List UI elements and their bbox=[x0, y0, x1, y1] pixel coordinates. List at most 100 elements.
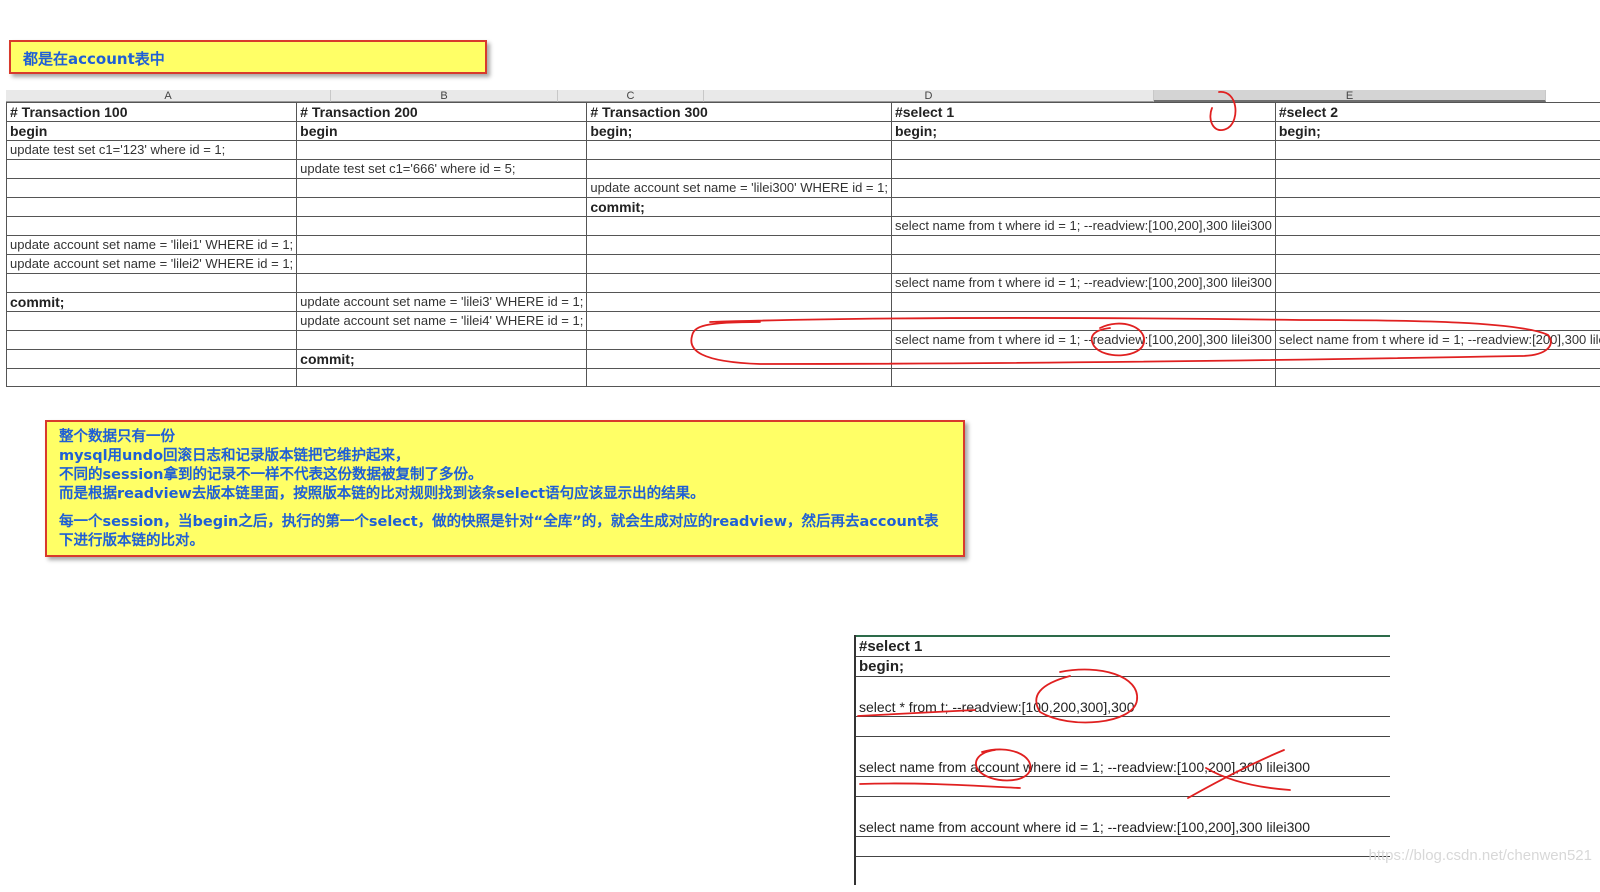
cell-d4[interactable] bbox=[890, 159, 1276, 179]
cell-c12[interactable] bbox=[586, 311, 892, 331]
cell-c7[interactable] bbox=[586, 216, 892, 236]
col-header-c[interactable]: C bbox=[558, 90, 704, 102]
cell-d7[interactable]: select name from t where id = 1; --readv… bbox=[890, 216, 1276, 236]
cell-e9[interactable] bbox=[1274, 254, 1600, 274]
cell-e11[interactable] bbox=[1274, 292, 1600, 312]
col-header-a[interactable]: A bbox=[6, 90, 331, 102]
cell-a5[interactable] bbox=[5, 178, 298, 198]
grid-row[interactable]: # Transaction 100 # Transaction 200 # Tran… bbox=[5, 102, 1600, 122]
cell-e14[interactable] bbox=[1274, 349, 1600, 369]
cell-d15[interactable] bbox=[890, 368, 1276, 387]
cell-d2[interactable]: begin; bbox=[890, 121, 1276, 141]
col-header-b[interactable]: B bbox=[331, 90, 558, 102]
cell-b8[interactable] bbox=[296, 235, 588, 255]
grid-row[interactable]: select name from t where id = 1; --readv… bbox=[5, 330, 1600, 350]
select1-mini-table[interactable]: #select 1 begin; select * from t; --read… bbox=[854, 635, 1390, 885]
cell-d1[interactable]: #select 1 bbox=[890, 102, 1276, 122]
cell-b14[interactable]: commit; bbox=[296, 349, 588, 369]
cell-d5[interactable] bbox=[890, 178, 1276, 198]
cell-d10[interactable]: select name from t where id = 1; --readv… bbox=[890, 273, 1276, 293]
mini-row[interactable] bbox=[856, 717, 1390, 737]
grid-row[interactable]: update test set c1='123' where id = 1; bbox=[5, 140, 1600, 160]
cell-b10[interactable] bbox=[296, 273, 588, 293]
cell-b6[interactable] bbox=[296, 197, 588, 217]
cell-a3[interactable]: update test set c1='123' where id = 1; bbox=[5, 140, 298, 160]
grid-row[interactable]: update account set name = 'lilei1' WHERE… bbox=[5, 235, 1600, 255]
cell-b2[interactable]: begin bbox=[296, 121, 588, 141]
cell-e8[interactable] bbox=[1274, 235, 1600, 255]
cell-c11[interactable] bbox=[586, 292, 892, 312]
cell-e4[interactable] bbox=[1274, 159, 1600, 179]
cell-e2[interactable]: begin; bbox=[1274, 121, 1600, 141]
cell-e7[interactable] bbox=[1274, 216, 1600, 236]
cell-e5[interactable] bbox=[1274, 178, 1600, 198]
cell-b13[interactable] bbox=[296, 330, 588, 350]
cell-a14[interactable] bbox=[5, 349, 298, 369]
cell-a8[interactable]: update account set name = 'lilei1' WHERE… bbox=[5, 235, 298, 255]
grid-row[interactable]: update account set name = 'lilei300' WHE… bbox=[5, 178, 1600, 198]
mini-row[interactable]: select name from account where id = 1; -… bbox=[856, 737, 1390, 777]
cell-b4[interactable]: update test set c1='666' where id = 5; bbox=[296, 159, 588, 179]
cell-a11[interactable]: commit; bbox=[5, 292, 298, 312]
mini-row[interactable]: begin; bbox=[856, 657, 1390, 677]
cell-d11[interactable] bbox=[890, 292, 1276, 312]
cell-e1[interactable]: #select 2 bbox=[1274, 102, 1600, 122]
cell-a1[interactable]: # Transaction 100 bbox=[5, 102, 298, 122]
grid-row[interactable]: select name from t where id = 1; --readv… bbox=[5, 216, 1600, 236]
cell-a12[interactable] bbox=[5, 311, 298, 331]
col-header-e[interactable]: E bbox=[1154, 90, 1546, 102]
cell-d13[interactable]: select name from t where id = 1; --readv… bbox=[890, 330, 1276, 350]
grid-row[interactable] bbox=[5, 368, 1600, 387]
mini-row[interactable]: #select 1 bbox=[856, 637, 1390, 657]
cell-c15[interactable] bbox=[586, 368, 892, 387]
spreadsheet[interactable]: A B C D E # Transaction 100 # Transaction… bbox=[5, 90, 1600, 387]
cell-e12[interactable] bbox=[1274, 311, 1600, 331]
cell-a9[interactable]: update account set name = 'lilei2' WHERE… bbox=[5, 254, 298, 274]
cell-c1[interactable]: # Transaction 300 bbox=[586, 102, 892, 122]
grid-row[interactable]: commit; bbox=[5, 197, 1600, 217]
col-header-d[interactable]: D bbox=[704, 90, 1154, 102]
cell-a4[interactable] bbox=[5, 159, 298, 179]
cell-b9[interactable] bbox=[296, 254, 588, 274]
cell-a10[interactable] bbox=[5, 273, 298, 293]
cell-d12[interactable] bbox=[890, 311, 1276, 331]
cell-b12[interactable]: update account set name = 'lilei4' WHERE… bbox=[296, 311, 588, 331]
mini-row[interactable] bbox=[856, 777, 1390, 797]
grid-row[interactable]: commit; update account set name = 'lilei3… bbox=[5, 292, 1600, 312]
mini-row[interactable]: select name from account where id = 1; -… bbox=[856, 797, 1390, 837]
cell-a6[interactable] bbox=[5, 197, 298, 217]
cell-b7[interactable] bbox=[296, 216, 588, 236]
cell-e3[interactable] bbox=[1274, 140, 1600, 160]
cell-b1[interactable]: # Transaction 200 bbox=[296, 102, 588, 122]
cell-d6[interactable] bbox=[890, 197, 1276, 217]
cell-c9[interactable] bbox=[586, 254, 892, 274]
cell-c13[interactable] bbox=[586, 330, 892, 350]
cell-a2[interactable]: begin bbox=[5, 121, 298, 141]
mini-row[interactable] bbox=[856, 837, 1390, 857]
cell-c5[interactable]: update account set name = 'lilei300' WHE… bbox=[586, 178, 892, 198]
grid-row[interactable]: update test set c1='666' where id = 5; bbox=[5, 159, 1600, 179]
cell-e15[interactable] bbox=[1274, 368, 1600, 387]
cell-e13[interactable]: select name from t where id = 1; --readv… bbox=[1274, 330, 1600, 350]
cell-d14[interactable] bbox=[890, 349, 1276, 369]
cell-e6[interactable] bbox=[1274, 197, 1600, 217]
cell-d9[interactable] bbox=[890, 254, 1276, 274]
cell-b3[interactable] bbox=[296, 140, 588, 160]
cell-d3[interactable] bbox=[890, 140, 1276, 160]
cell-c2[interactable]: begin; bbox=[586, 121, 892, 141]
cell-c8[interactable] bbox=[586, 235, 892, 255]
cell-a13[interactable] bbox=[5, 330, 298, 350]
cell-c14[interactable] bbox=[586, 349, 892, 369]
grid-row[interactable]: update account set name = 'lilei4' WHERE… bbox=[5, 311, 1600, 331]
cell-c10[interactable] bbox=[586, 273, 892, 293]
cell-b15[interactable] bbox=[296, 368, 588, 387]
grid-row[interactable]: update account set name = 'lilei2' WHERE… bbox=[5, 254, 1600, 274]
grid-row[interactable]: begin begin begin; begin; begin; bbox=[5, 121, 1600, 141]
cell-e10[interactable] bbox=[1274, 273, 1600, 293]
grid-row[interactable]: select name from t where id = 1; --readv… bbox=[5, 273, 1600, 293]
cell-c6[interactable]: commit; bbox=[586, 197, 892, 217]
cell-c4[interactable] bbox=[586, 159, 892, 179]
cell-c3[interactable] bbox=[586, 140, 892, 160]
cell-b5[interactable] bbox=[296, 178, 588, 198]
transaction-grid[interactable]: # Transaction 100 # Transaction 200 # Tran… bbox=[5, 102, 1600, 387]
